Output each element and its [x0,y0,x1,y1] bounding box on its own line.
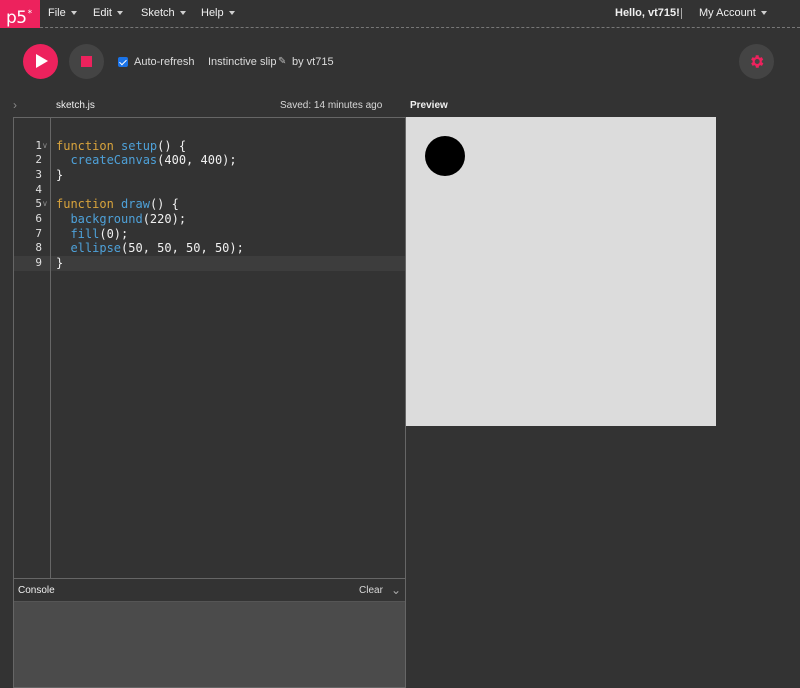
line-number: 9 [35,256,42,270]
code-token: } [56,167,64,182]
code-token: (50, 50, 50, 50); [121,241,244,256]
code-area[interactable]: function setup() { createCanvas(400, 400… [51,118,405,578]
code-token: (220); [142,212,187,226]
code-line[interactable]: } [51,256,405,271]
chevron-down-icon [228,11,235,15]
console-title: Console [18,585,55,596]
menu-sketch[interactable]: Sketch [141,0,186,28]
code-token: () { [157,138,187,153]
gear-icon [751,55,764,68]
preview-title: Preview [410,100,448,111]
chevron-down-icon [70,11,77,15]
code-line-text: function draw() { [56,197,179,212]
logo-mark: * [27,9,33,19]
code-line[interactable]: function draw() { [51,197,405,212]
line-number: 3 [35,167,42,181]
code-token: function [56,138,122,153]
canvas-ellipse [425,136,465,176]
code-line[interactable] [51,183,405,198]
line-number: 8 [35,241,42,255]
chevron-down-icon[interactable]: ⌄ [391,583,401,597]
settings-button[interactable] [739,44,774,79]
menu-my-account-label: My Account [699,7,756,19]
top-nav: p5* File Edit Sketch Help Hello, vt715! … [0,0,800,28]
line-number: 1 [35,138,42,152]
chevron-down-icon [760,11,767,15]
pencil-icon[interactable]: ✎ [278,56,286,68]
code-line-text: background(220); [56,212,186,227]
code-token: (400, 400); [157,153,237,168]
code-token: ellipse [70,241,122,256]
nav-divider [681,8,682,19]
stop-button[interactable] [69,44,104,79]
menu-edit-label: Edit [93,7,112,19]
console-panel: Console Clear ⌄ [13,578,406,688]
menu-help-label: Help [201,7,224,19]
code-line[interactable]: function setup() { [51,139,405,154]
console-header: Console Clear ⌄ [14,579,405,602]
code-token: createCanvas [70,153,158,168]
code-line[interactable]: createCanvas(400, 400); [51,153,405,168]
line-number: 2 [35,153,42,167]
code-line-text: function setup() { [56,139,186,154]
menu-file-label: File [48,7,66,19]
code-line-text: ellipse(50, 50, 50, 50); [56,241,244,256]
code-line[interactable]: } [51,168,405,183]
saved-status: Saved: 14 minutes ago [280,100,383,111]
code-line-text: createCanvas(400, 400); [56,153,237,168]
sidebar-expand-icon[interactable]: › [13,99,17,111]
code-token: setup [121,138,158,153]
auto-refresh-label[interactable]: Auto-refresh [134,55,195,69]
code-token: draw [121,197,150,212]
play-button[interactable] [23,44,58,79]
code-line[interactable]: background(220); [51,212,405,227]
code-token: function [56,197,122,212]
preview-canvas[interactable] [406,117,716,426]
code-line[interactable]: ellipse(50, 50, 50, 50); [51,241,405,256]
line-number-gutter: 1 ∨ 2 3 4 5 ∨ 6 7 8 9 [14,118,51,578]
user-greeting: Hello, vt715! [615,7,680,19]
code-editor[interactable]: 1 ∨ 2 3 4 5 ∨ 6 7 8 9 function setup() { createCan… [13,117,406,578]
sketch-name[interactable]: Instinctive slip [208,55,276,69]
line-number: 7 [35,226,42,240]
code-token: background [70,212,143,226]
sketch-author: by vt715 [292,56,334,68]
menu-help[interactable]: Help [201,0,235,28]
code-line-text: fill(0); [56,227,128,242]
fold-arrow-icon[interactable]: ∨ [42,197,48,212]
code-token: fill [70,226,100,241]
menu-sketch-label: Sketch [141,7,175,19]
code-token: () { [149,197,179,212]
console-clear-button[interactable]: Clear [359,585,383,597]
chevron-down-icon [179,11,186,15]
code-line-text: } [56,256,63,271]
fold-arrow-icon[interactable]: ∨ [42,139,48,154]
code-line-text: } [56,168,63,183]
code-token: (0); [99,226,129,241]
auto-refresh-checkbox[interactable] [118,57,128,67]
file-name: sketch.js [56,100,95,111]
line-number: 6 [35,212,42,225]
p5-logo[interactable]: p5* [0,0,40,28]
menu-edit[interactable]: Edit [93,0,123,28]
menu-my-account[interactable]: My Account [699,0,767,28]
code-line[interactable]: fill(0); [51,227,405,242]
chevron-down-icon [116,11,123,15]
code-token: } [56,256,64,271]
menu-file[interactable]: File [48,0,77,28]
line-number: 4 [35,182,42,196]
logo-text: p5 [6,8,27,28]
line-number: 5 [35,197,42,211]
